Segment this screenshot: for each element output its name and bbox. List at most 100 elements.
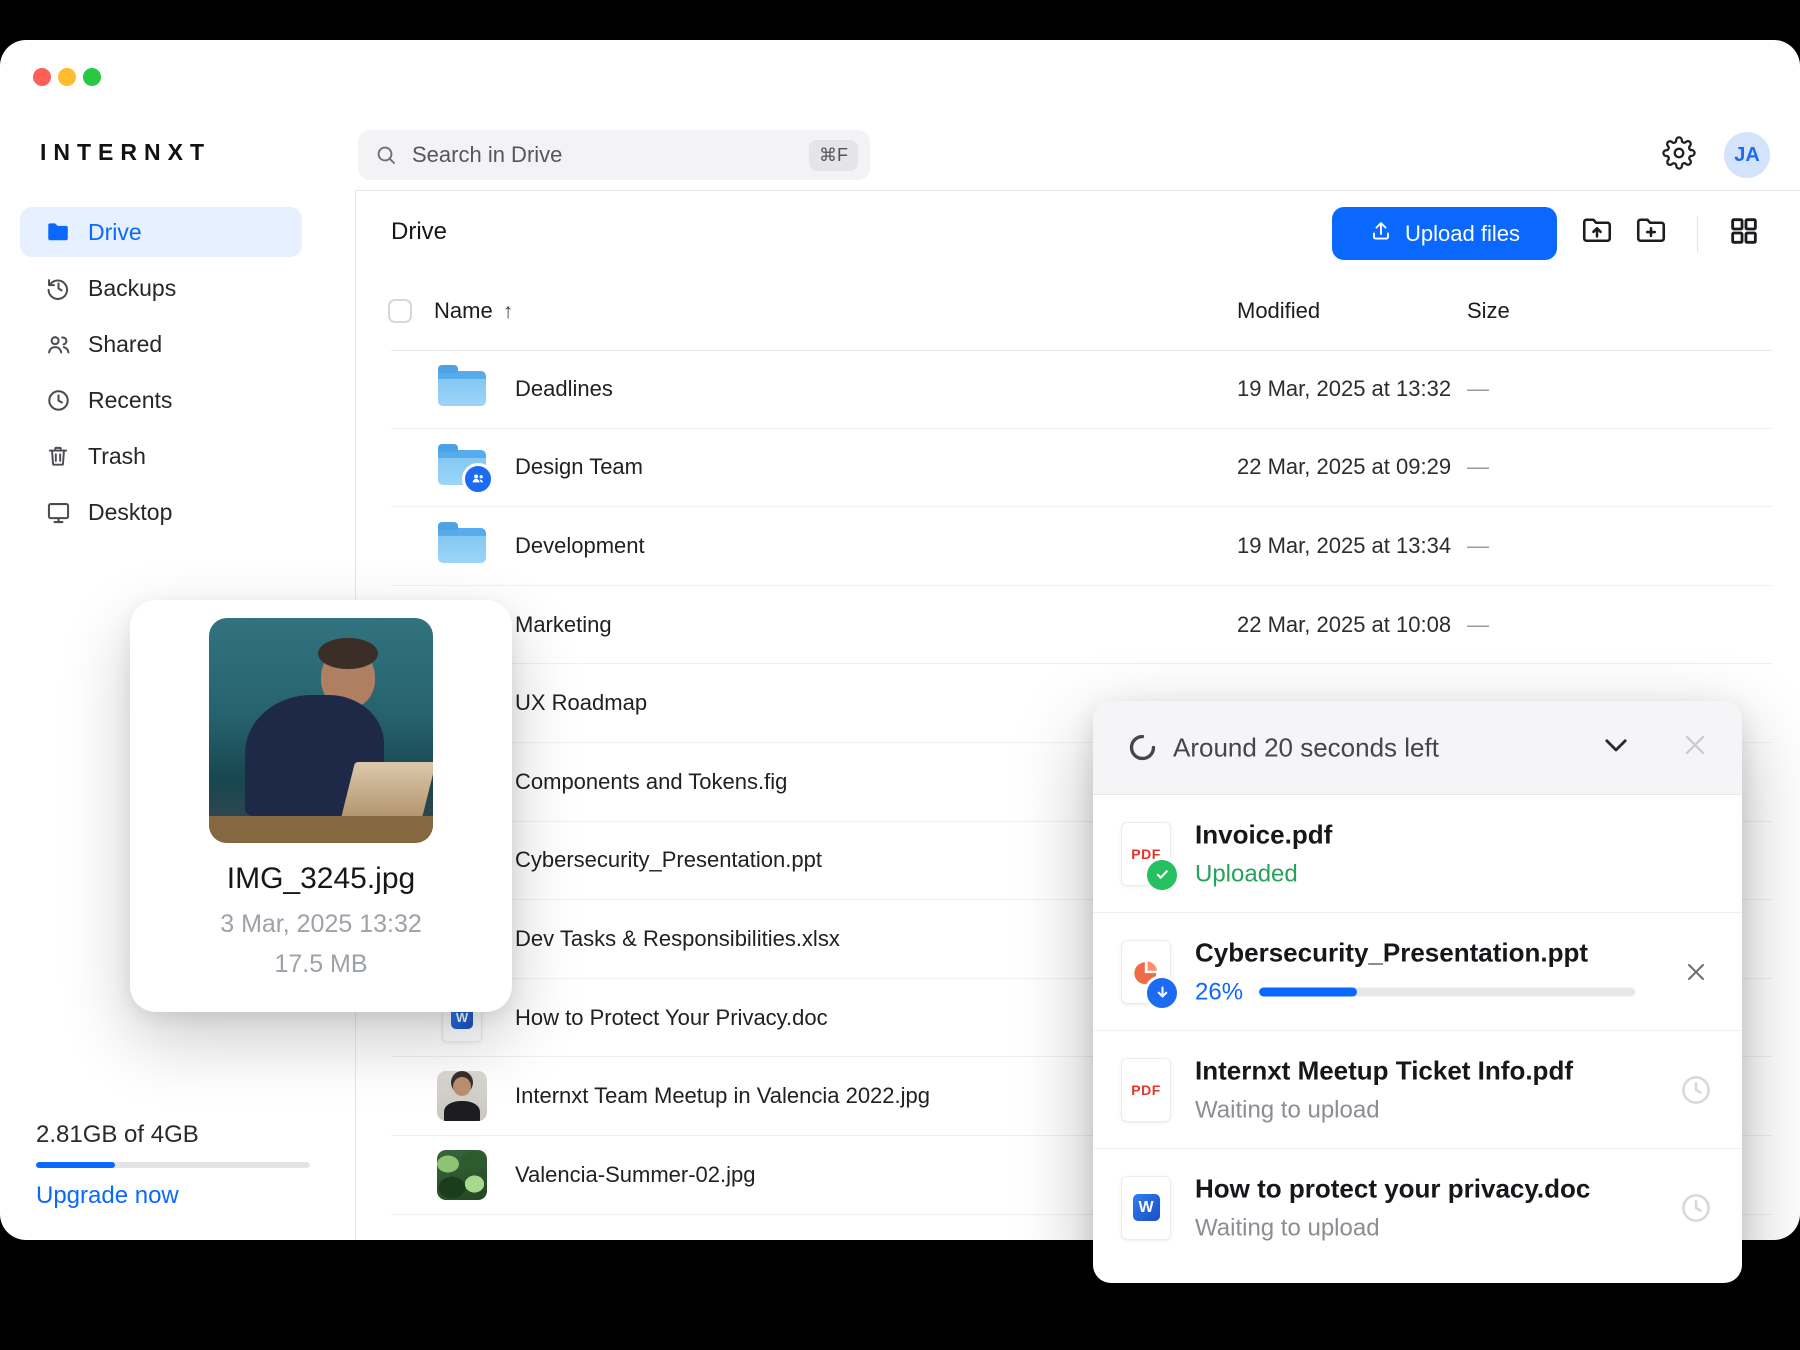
file-name: Deadlines: [515, 376, 613, 402]
file-name: Design Team: [515, 454, 643, 480]
uploading-badge: [1144, 975, 1180, 1011]
table-row[interactable]: Deadlines 19 Mar, 2025 at 13:32 —: [391, 350, 1772, 429]
avatar[interactable]: JA: [1724, 132, 1770, 178]
sidebar-trash-icon: [44, 442, 72, 470]
folder-plus-icon: [1633, 213, 1669, 254]
upload-item-status: Uploaded: [1195, 860, 1635, 888]
sidebar-people-icon: [44, 330, 72, 358]
preview-size: 17.5 MB: [130, 950, 512, 979]
storage-widget: 2.81GB of 4GB Upgrade now: [36, 1121, 316, 1210]
file-name: Marketing: [515, 612, 612, 638]
sidebar-item-label: Desktop: [88, 499, 172, 526]
file-name: Cybersecurity_Presentation.ppt: [515, 847, 822, 873]
sidebar-item-drive[interactable]: Drive: [20, 207, 302, 257]
upload-item-name: Internxt Meetup Ticket Info.pdf: [1195, 1055, 1635, 1086]
photo-leaves-icon: [436, 1149, 488, 1201]
upload-files-label: Upload files: [1405, 221, 1520, 247]
upload-item: PDF Internxt Meetup Ticket Info.pdf Waitin…: [1093, 1031, 1742, 1149]
pdf-file-icon: PDF: [1121, 1058, 1171, 1122]
search-shortcut-badge: ⌘F: [809, 140, 858, 171]
preview-filename: IMG_3245.jpg: [130, 862, 512, 896]
close-toast-button[interactable]: [1677, 730, 1713, 766]
folder-icon: [436, 520, 488, 572]
upload-icon: [1369, 219, 1393, 249]
shared-folder-badge: [462, 463, 494, 495]
sidebar-item-recents[interactable]: Recents: [20, 375, 302, 425]
upload-item-name: Invoice.pdf: [1195, 819, 1635, 850]
sidebar-item-label: Shared: [88, 331, 162, 358]
chevron-down-icon: [1599, 728, 1633, 767]
upload-toast-body: PDFInvoice.pdfUploadedCybersecurity_Pres…: [1093, 795, 1742, 1283]
sidebar-item-desktop[interactable]: Desktop: [20, 487, 302, 537]
sidebar-nav: Drive Backups Shared Recents Trash Desktop: [20, 207, 302, 543]
uploaded-check-badge: [1144, 857, 1180, 893]
file-name: How to Protect Your Privacy.doc: [515, 1005, 828, 1031]
page-title: Drive: [391, 218, 447, 246]
file-name: Components and Tokens.fig: [515, 769, 787, 795]
gear-icon: [1662, 136, 1696, 175]
upload-toast: Around 20 seconds left PDF Invoice.pdf Upl…: [1093, 701, 1742, 1283]
file-modified: 19 Mar, 2025 at 13:32: [1237, 376, 1451, 402]
column-header-name[interactable]: Name↑: [434, 298, 513, 324]
upload-item-status: 26%: [1195, 978, 1635, 1006]
folder-icon: [436, 441, 488, 493]
upgrade-now-link[interactable]: Upgrade now: [36, 1182, 316, 1210]
upload-status-label: Uploaded: [1195, 860, 1298, 888]
preview-thumbnail: [209, 618, 433, 843]
sidebar-clock-icon: [44, 386, 72, 414]
collapse-toast-button[interactable]: [1598, 730, 1634, 766]
grid-view-icon: [1727, 214, 1761, 253]
upload-status-label: Waiting to upload: [1195, 1096, 1380, 1124]
storage-usage-label: 2.81GB of 4GB: [36, 1121, 316, 1149]
sidebar-item-trash[interactable]: Trash: [20, 431, 302, 481]
upload-files-button[interactable]: Upload files: [1332, 207, 1557, 260]
traffic-lights: [33, 68, 101, 86]
file-size: —: [1467, 376, 1489, 402]
grid-view-button[interactable]: [1725, 214, 1763, 252]
folder-icon: [436, 363, 488, 415]
file-name: Valencia-Summer-02.jpg: [515, 1162, 755, 1188]
settings-button[interactable]: [1660, 136, 1698, 174]
storage-progress-fill: [36, 1162, 115, 1168]
sidebar-monitor-icon: [44, 498, 72, 526]
search-input[interactable]: [410, 141, 809, 169]
close-window-button[interactable]: [33, 68, 51, 86]
screen: INTERNXT ⌘F JA Drive Backups Shared Recents…: [0, 0, 1800, 1350]
internxt-logo: INTERNXT: [40, 139, 211, 166]
column-header-size[interactable]: Size: [1467, 298, 1510, 324]
sidebar-history-icon: [44, 274, 72, 302]
file-name: UX Roadmap: [515, 690, 647, 716]
sidebar-item-label: Recents: [88, 387, 172, 414]
waiting-clock-icon: [1678, 1190, 1714, 1226]
upload-item: WHow to protect your privacy.docWaiting …: [1093, 1149, 1742, 1266]
sidebar-item-shared[interactable]: Shared: [20, 319, 302, 369]
upload-item: PDF Invoice.pdf Uploaded: [1093, 795, 1742, 913]
search-icon: [374, 143, 398, 167]
new-folder-button[interactable]: [1632, 214, 1670, 252]
table-row[interactable]: Marketing22 Mar, 2025 at 10:08—: [391, 586, 1772, 665]
storage-progress-bar: [36, 1162, 310, 1168]
pdf-file-icon: PDF: [1121, 822, 1171, 886]
file-size: —: [1467, 454, 1489, 480]
search-bar[interactable]: ⌘F: [358, 130, 870, 180]
sidebar-item-backups[interactable]: Backups: [20, 263, 302, 313]
table-row[interactable]: Design Team 22 Mar, 2025 at 09:29 —: [391, 429, 1772, 508]
upload-toast-title: Around 20 seconds left: [1173, 732, 1439, 763]
zoom-window-button[interactable]: [83, 68, 101, 86]
minimize-window-button[interactable]: [58, 68, 76, 86]
cancel-upload-button[interactable]: [1678, 954, 1714, 990]
table-row[interactable]: Development19 Mar, 2025 at 13:34—: [391, 507, 1772, 586]
waiting-clock-icon: [1678, 1072, 1714, 1108]
upload-folder-button[interactable]: [1578, 214, 1616, 252]
toolbar-separator: [1697, 216, 1698, 252]
file-modified: 19 Mar, 2025 at 13:34: [1237, 533, 1451, 559]
upload-item-status: Waiting to upload: [1195, 1214, 1635, 1242]
file-name: Internxt Team Meetup in Valencia 2022.jp…: [515, 1083, 930, 1109]
select-all-checkbox[interactable]: [388, 299, 412, 323]
upload-toast-header: Around 20 seconds left: [1093, 701, 1742, 795]
column-header-modified[interactable]: Modified: [1237, 298, 1320, 324]
upload-status-label: 26%: [1195, 978, 1243, 1006]
upload-item-status: Waiting to upload: [1195, 1096, 1635, 1124]
file-preview-card: IMG_3245.jpg 3 Mar, 2025 13:32 17.5 MB: [130, 600, 512, 1012]
file-modified: 22 Mar, 2025 at 09:29: [1237, 454, 1451, 480]
